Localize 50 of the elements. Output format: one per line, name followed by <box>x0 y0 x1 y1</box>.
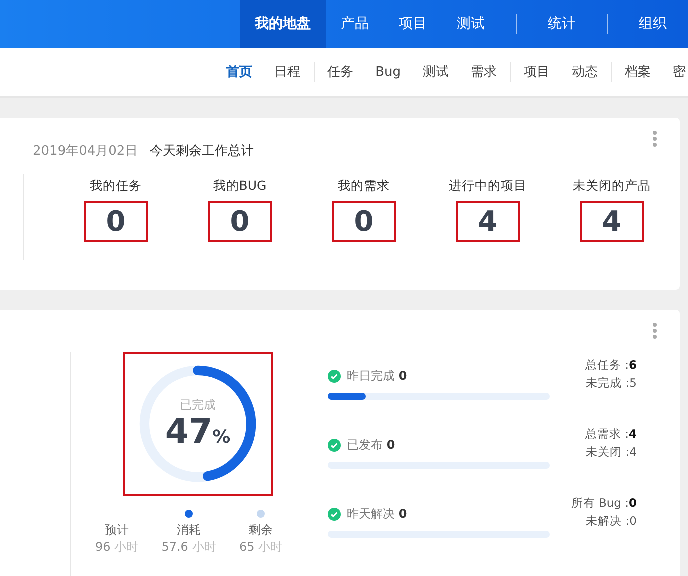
stat-value: 4 <box>580 201 644 242</box>
total-text: 未解决 :0 <box>586 514 637 529</box>
more-icon[interactable] <box>652 322 658 340</box>
legend-label: 预计 <box>105 522 129 539</box>
more-icon[interactable] <box>652 130 658 148</box>
stat-label: 我的任务 <box>90 178 142 195</box>
percent-value: 47% <box>165 414 231 452</box>
legend-label: 消耗 <box>177 522 201 539</box>
nav-tab[interactable]: 测试 <box>442 0 500 48</box>
sub-nav-tab[interactable]: Bug <box>364 64 412 80</box>
nav-tab[interactable]: 统计 <box>533 0 591 48</box>
check-icon <box>328 439 341 452</box>
stat-value: 0 <box>332 201 396 242</box>
legend-value: 65 小时 <box>239 539 283 556</box>
total-text: 总需求 :4 <box>585 427 637 442</box>
stat-label: 进行中的项目 <box>449 178 527 195</box>
nav-tab[interactable]: 我的地盘 <box>240 0 326 48</box>
row-label: 已发布 0 <box>347 437 396 454</box>
sub-nav-tab[interactable]: 档案 <box>614 63 662 81</box>
total-text: 未关闭 :4 <box>586 445 637 460</box>
total-text: 所有 Bug :0 <box>571 496 637 511</box>
check-icon <box>328 370 341 383</box>
total-text: 未完成 :5 <box>586 376 637 391</box>
sub-nav-tab[interactable]: 日程 <box>264 63 312 81</box>
legend-value: 96 小时 <box>95 539 139 556</box>
stat-value: 0 <box>84 201 148 242</box>
stat-value: 4 <box>456 201 520 242</box>
nav-tab[interactable]: 项目 <box>384 0 442 48</box>
check-icon <box>328 508 341 521</box>
nav-tab[interactable]: 组织 <box>624 0 682 48</box>
stat-value: 0 <box>208 201 272 242</box>
donut-caption: 已完成 <box>180 396 216 414</box>
total-text: 总任务 :6 <box>585 358 637 373</box>
legend-value: 57.6 小时 <box>162 539 216 556</box>
stat-label: 我的需求 <box>338 178 390 195</box>
date-text: 2019年04月02日 <box>33 143 138 160</box>
legend-label: 剩余 <box>249 522 273 539</box>
sub-nav-tab[interactable]: 需求 <box>460 63 508 81</box>
sub-nav-tab[interactable]: 首页 <box>216 63 264 81</box>
row-label: 昨天解决 0 <box>347 506 408 523</box>
row-label: 昨日完成 0 <box>347 368 408 385</box>
sub-nav-tab[interactable]: 项目 <box>513 63 561 81</box>
stat-label: 未关闭的产品 <box>573 178 651 195</box>
sub-nav-tab[interactable]: 动态 <box>561 63 609 81</box>
sub-nav-tab[interactable]: 任务 <box>316 63 365 81</box>
stat-label: 我的BUG <box>213 178 267 195</box>
nav-tab[interactable]: 产品 <box>326 0 384 48</box>
sub-nav-tab[interactable]: 测试 <box>412 63 460 81</box>
card-title: 今天剩余工作总计 <box>150 143 254 160</box>
sub-nav-tab[interactable]: 密 <box>662 63 688 81</box>
